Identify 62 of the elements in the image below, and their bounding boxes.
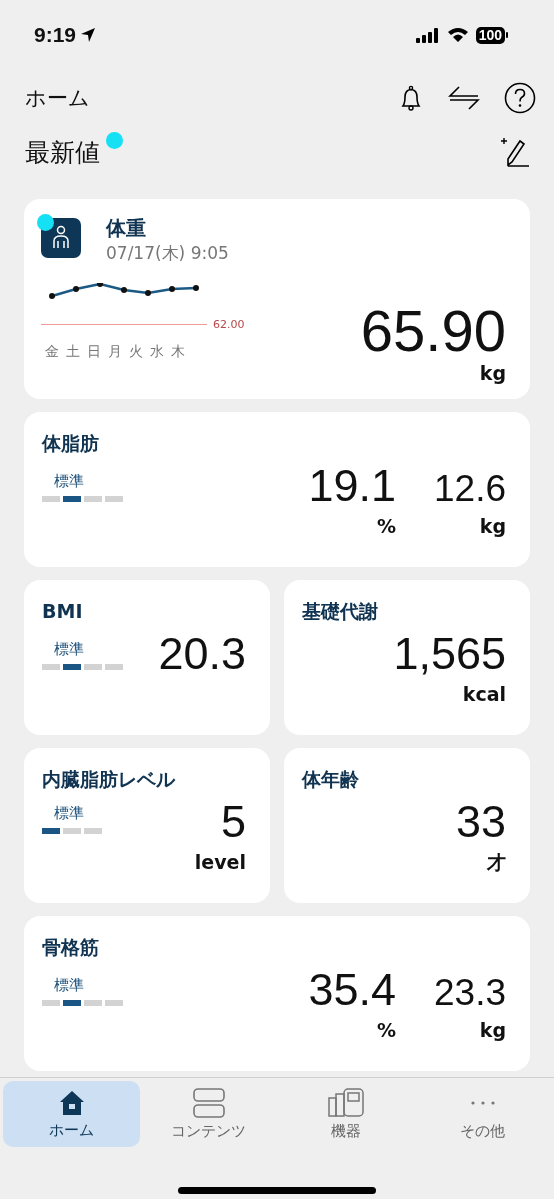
metric-card[interactable]: BMI 標準 20.3 bbox=[24, 580, 270, 735]
tab[interactable]: ホーム bbox=[3, 1081, 140, 1147]
day-label: 水 bbox=[150, 343, 164, 361]
section-title: 最新値 bbox=[25, 136, 100, 169]
card-title: 体年齢 bbox=[302, 767, 360, 792]
reference-value: 62.00 bbox=[213, 318, 245, 331]
devices-icon bbox=[327, 1087, 364, 1118]
metric-card[interactable]: 基礎代謝 1,565 kcal bbox=[284, 580, 530, 735]
unit-label: kcal bbox=[462, 682, 506, 706]
day-label: 木 bbox=[171, 343, 185, 361]
battery-icon: 100 bbox=[475, 26, 508, 44]
metric-value: 33 bbox=[455, 795, 506, 849]
status-label: 標準 bbox=[54, 803, 85, 824]
card-title: 骨格筋 bbox=[42, 935, 100, 960]
unit-label: % bbox=[376, 514, 396, 538]
metric-value: 5 bbox=[220, 795, 246, 849]
metric-card[interactable]: 体年齢 33 才 bbox=[284, 748, 530, 903]
status-time: 9:19 bbox=[34, 23, 77, 47]
card-title: 内臓脂肪レベル bbox=[42, 767, 176, 792]
unit-label: kg bbox=[479, 514, 506, 538]
card-title: BMI bbox=[42, 599, 84, 624]
day-label: 土 bbox=[66, 343, 80, 361]
day-label: 金 bbox=[45, 343, 59, 361]
more-icon bbox=[469, 1100, 496, 1105]
metric-value: 35.4 bbox=[308, 963, 396, 1017]
metric-value: 1,565 bbox=[393, 627, 506, 681]
page-title: ホーム bbox=[25, 85, 90, 112]
help-icon[interactable] bbox=[504, 82, 536, 114]
day-label: 火 bbox=[129, 343, 143, 361]
metric-card[interactable]: 骨格筋 標準 35.4 % 23.3 kg bbox=[24, 916, 530, 1071]
add-entry-icon[interactable] bbox=[500, 135, 530, 169]
wifi-icon bbox=[446, 27, 469, 43]
unit-label: % bbox=[376, 1018, 396, 1042]
signal-icon bbox=[415, 27, 440, 43]
day-label: 月 bbox=[108, 343, 122, 361]
metric-card[interactable]: 体脂肪 標準 19.1 % 12.6 kg bbox=[24, 412, 530, 567]
metric-value: 23.3 bbox=[434, 971, 506, 1015]
unit-label: level bbox=[194, 850, 246, 874]
person-icon bbox=[41, 218, 81, 258]
card-title: 基礎代謝 bbox=[302, 599, 379, 624]
day-label: 日 bbox=[87, 343, 101, 361]
cards-icon bbox=[192, 1087, 225, 1118]
status-label: 標準 bbox=[54, 975, 85, 996]
metric-value: 19.1 bbox=[308, 459, 396, 513]
card-title: 体重 bbox=[106, 215, 147, 241]
unit-label: kg bbox=[479, 1018, 506, 1042]
measurement-date: 07/17(木) 9:05 bbox=[106, 242, 229, 265]
status-label: 標準 bbox=[54, 639, 85, 660]
weight-card[interactable]: 体重 07/17(木) 9:05 62.00 金 土 日 月 火 水 木 65.90 kg bbox=[24, 199, 530, 399]
metric-card[interactable]: 内臓脂肪レベル 標準 5 level bbox=[24, 748, 270, 903]
swap-icon[interactable] bbox=[448, 84, 480, 112]
weight-value: 65.90 bbox=[360, 301, 506, 361]
unit-label: 才 bbox=[487, 850, 506, 874]
tab[interactable]: その他 bbox=[414, 1081, 551, 1147]
tab[interactable]: コンテンツ bbox=[140, 1081, 277, 1147]
location-icon bbox=[80, 27, 97, 43]
tab[interactable]: 機器 bbox=[277, 1081, 414, 1147]
card-title: 体脂肪 bbox=[42, 431, 100, 456]
unit-label: kg bbox=[479, 361, 506, 385]
metric-value: 20.3 bbox=[158, 627, 246, 681]
metric-value: 12.6 bbox=[434, 467, 506, 511]
status-label: 標準 bbox=[54, 471, 85, 492]
